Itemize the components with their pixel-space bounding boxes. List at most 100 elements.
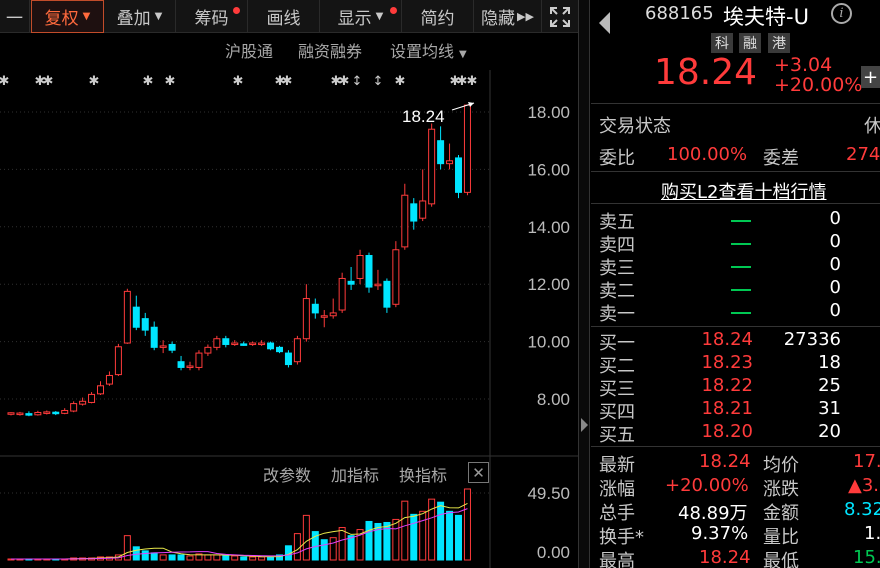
stat-zhangfu: +20.00% [665, 475, 749, 496]
volume-bar [320, 539, 328, 561]
candle [347, 280, 355, 285]
stat-label: 涨幅 [599, 479, 635, 500]
price-axis: 18.00 16.00 14.00 12.00 10.00 8.00 [527, 103, 570, 409]
candle [25, 413, 33, 416]
close-icon[interactable]: ✕ [468, 462, 489, 483]
buy-level-price: 18.20 [701, 421, 753, 442]
buy-level-volume: 25 [818, 375, 841, 396]
candles [7, 104, 471, 417]
buy-level-volume: 20 [818, 421, 841, 442]
sell-level-volume: 0 [829, 277, 841, 298]
price-grid [0, 70, 491, 456]
weibi-value: 100.00% [667, 144, 748, 165]
sell-level-volume: 0 [829, 208, 841, 229]
event-marker-icon: ✱ [165, 74, 176, 89]
event-marker-icon: ↕ [352, 74, 363, 89]
stat-zuigao: 18.24 [699, 547, 751, 568]
candle [267, 342, 275, 350]
candle [159, 345, 167, 348]
volume-bar [347, 535, 355, 561]
candle [34, 411, 42, 416]
candle [88, 393, 96, 403]
candle [43, 411, 51, 414]
volume-bar [168, 554, 176, 561]
volume-bar [222, 555, 230, 561]
candle [231, 342, 239, 346]
candle [132, 306, 140, 328]
quote-panel: 688165 埃夫特-U i 科 融 港 18.24 +3.04 +20.00%… [591, 0, 880, 568]
candle [365, 255, 373, 288]
candle [70, 403, 78, 412]
event-marker-icon: ✱ [339, 74, 350, 89]
volume-bar [132, 546, 140, 561]
weicha-label: 委差 [763, 148, 799, 169]
panel-splitter[interactable] [578, 0, 590, 568]
trade-status-value: 休 [864, 116, 880, 137]
add-watch-button[interactable]: + [861, 66, 880, 88]
buy-level-price: 18.22 [701, 375, 753, 396]
divider [591, 203, 880, 204]
volume-bars [7, 488, 471, 561]
candle [79, 400, 87, 405]
price-tick-label: 10.00 [527, 333, 570, 352]
divider [591, 446, 880, 447]
event-marker-icon: ✱ [143, 74, 154, 89]
candle [114, 346, 122, 376]
empty-price-dash [731, 289, 751, 291]
stat-junjia: 17. [853, 451, 880, 472]
stat-label: 涨跌 [763, 479, 799, 500]
switch-indicator-button[interactable]: 换指标 [399, 462, 447, 488]
sell-level-volume: 0 [829, 254, 841, 275]
event-marker-icon: ✱ [282, 74, 293, 89]
buy-level-label: 买五 [599, 425, 635, 446]
stat-zuixin: 18.24 [699, 451, 751, 472]
stock-code: 688165 [645, 3, 714, 24]
stat-label: 最低 [763, 551, 799, 568]
volume-bar [463, 488, 471, 561]
volume-bar [258, 556, 266, 561]
candle [213, 338, 221, 348]
info-icon[interactable]: i [831, 3, 852, 24]
back-arrow-icon[interactable] [599, 12, 610, 34]
candle [410, 203, 418, 222]
change-param-button[interactable]: 改参数 [263, 462, 311, 488]
trade-status-label: 交易状态 [599, 116, 671, 137]
candle [374, 283, 382, 287]
volume-bar [231, 555, 239, 561]
candle [177, 361, 185, 368]
event-marker-icon: ✱ [89, 74, 100, 89]
volume-bar [186, 555, 194, 561]
candle [329, 312, 337, 317]
candle [105, 374, 113, 385]
stock-name: 埃夫特-U [723, 5, 809, 29]
candle [258, 342, 266, 346]
divider [591, 326, 880, 327]
candle [16, 412, 24, 416]
volume-tick-label: 0.00 [537, 543, 570, 562]
tag-kechuang: 科 [711, 33, 733, 53]
empty-price-dash [731, 243, 751, 245]
volume-bar [293, 533, 301, 561]
last-price-label: 18.24 [402, 107, 445, 126]
volume-bar [204, 554, 212, 561]
empty-price-dash [731, 266, 751, 268]
collapse-arrow-icon [581, 418, 588, 432]
candle [61, 409, 69, 414]
stat-zuidi: 15. [853, 547, 880, 568]
price-tick-label: 12.00 [527, 275, 570, 294]
add-indicator-button[interactable]: 加指标 [331, 462, 379, 488]
empty-price-dash [731, 312, 751, 314]
current-price: 18.24 [654, 52, 758, 93]
buy-level-volume: 18 [818, 352, 841, 373]
l2-upgrade-link[interactable]: 购买L2查看十档行情 [661, 178, 826, 204]
candle [123, 290, 131, 344]
volume-bar [141, 550, 149, 561]
stat-label: 换手* [599, 527, 644, 548]
candle [52, 411, 60, 415]
event-marker-icon: ↕ [373, 74, 384, 89]
candle [284, 352, 292, 366]
candle [437, 140, 445, 165]
candle [186, 365, 194, 368]
volume-bar [419, 510, 427, 561]
candle [97, 385, 104, 395]
